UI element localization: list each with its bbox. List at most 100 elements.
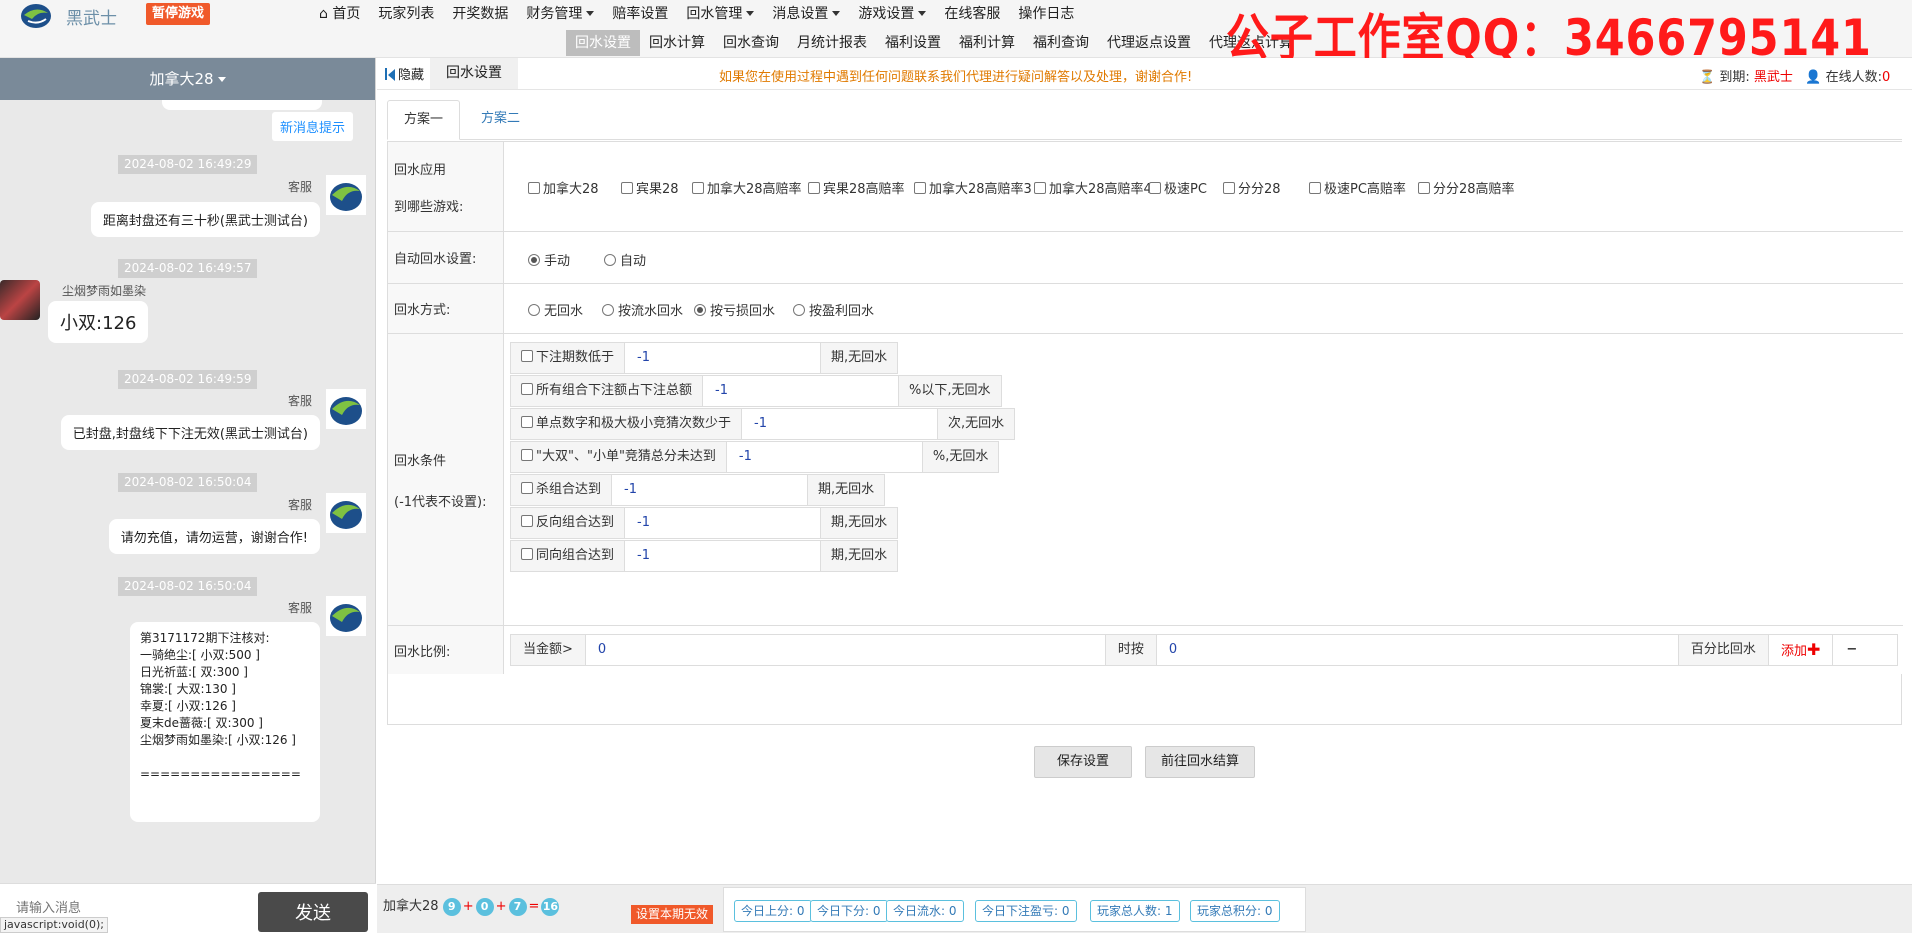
- message-bubble: 第3171172期下注核对: 一骑绝尘:[ 小双:500 ] 日光祈蓝:[ 双:30…: [130, 622, 320, 822]
- condition-checkbox[interactable]: 单点数字和极大极小竞猜次数少于: [511, 409, 743, 439]
- sub-header: 隐藏 回水设置 如果您在使用过程中遇到任何问题联系我们代理进行疑问解答以及处理，…: [377, 58, 1912, 90]
- avatar: [0, 280, 40, 320]
- method-label: 回水方式:: [388, 284, 504, 333]
- subnav-item-7[interactable]: 代理返点设置: [1098, 30, 1200, 56]
- nav-item-7[interactable]: 游戏设置: [849, 4, 935, 24]
- subnav-item-0[interactable]: 回水设置: [566, 30, 640, 56]
- game-checkbox-2[interactable]: 加拿大28高赔率: [692, 178, 802, 197]
- condition-label: 下注期数低于: [536, 350, 615, 365]
- add-ratio-button[interactable]: 添加✚: [1768, 635, 1834, 665]
- message-bubble: 已封盘,封盘线下下注无效(黑武士测试台): [60, 415, 320, 450]
- nav-item-8[interactable]: 在线客服: [935, 4, 1009, 24]
- tab-scheme-1[interactable]: 方案一: [387, 100, 461, 140]
- game-checkbox-3[interactable]: 宾果28高赔率: [808, 178, 905, 197]
- radio-icon: [694, 304, 706, 316]
- nav-item-0[interactable]: ⌂ 首页: [310, 4, 369, 24]
- radio-label: 手动: [544, 254, 571, 269]
- condition-input[interactable]: -1: [727, 442, 923, 472]
- chat-messages[interactable]: 新消息提示 2024-08-02 16:49:29 客服 距离封盘还有三十秒(黑武士…: [0, 100, 376, 884]
- game-checkbox-5[interactable]: 加拿大28高赔率4: [1034, 178, 1152, 197]
- nav-item-1[interactable]: 玩家列表: [369, 4, 443, 24]
- expire-label: 到期:: [1719, 70, 1750, 85]
- nav-item-label: 消息设置: [772, 6, 829, 22]
- draw-sum-ball: 16: [541, 898, 560, 916]
- condition-label: 反向组合达到: [536, 515, 615, 530]
- condition-0: 下注期数低于 -1 期,无回水: [510, 342, 899, 374]
- subnav-item-4[interactable]: 福利设置: [876, 30, 950, 56]
- subnav-item-3[interactable]: 月统计报表: [788, 30, 876, 56]
- nav-item-label: 财务管理: [526, 6, 583, 22]
- chat-room-selector[interactable]: 加拿大28: [0, 58, 375, 100]
- nav-item-3[interactable]: 财务管理: [517, 4, 603, 24]
- nav-item-4[interactable]: 赔率设置: [603, 4, 677, 24]
- percent-input[interactable]: 0: [1157, 635, 1679, 665]
- daily-stats: 今日上分: 0 今日下分: 0 今日流水: 0 今日下注盈亏: 0 玩家总人数: 1 玩家…: [723, 887, 1306, 932]
- breadcrumb[interactable]: 回水设置: [430, 58, 518, 89]
- remove-ratio-button[interactable]: −: [1833, 635, 1871, 665]
- condition-checkbox[interactable]: 杀组合达到: [511, 475, 613, 505]
- game-checkbox-9[interactable]: 分分28高赔率: [1418, 178, 1515, 197]
- auto-radio-0[interactable]: 手动: [528, 250, 570, 269]
- condition-input[interactable]: -1: [742, 409, 939, 439]
- game-checkbox-1[interactable]: 宾果28: [621, 178, 679, 197]
- condition-input[interactable]: -1: [703, 376, 900, 406]
- condition-input[interactable]: -1: [612, 475, 809, 505]
- brand-name: 黑武士: [66, 9, 117, 29]
- radio-label: 按盈利回水: [809, 304, 875, 319]
- tab-scheme-2[interactable]: 方案二: [465, 100, 536, 140]
- hide-sidebar-button[interactable]: 隐藏: [385, 64, 424, 83]
- nav-item-6[interactable]: 消息设置: [763, 4, 849, 24]
- game-label: 宾果28高赔率: [823, 182, 905, 197]
- radio-icon: [602, 304, 614, 316]
- game-checkbox-6[interactable]: 极速PC: [1149, 178, 1207, 197]
- condition-label: 单点数字和极大极小竞猜次数少于: [536, 416, 732, 431]
- go-settle-button[interactable]: 前往回水结算: [1145, 746, 1255, 778]
- condition-1: 所有组合下注额占下注总额 -1 %以下,无回水: [510, 375, 1002, 407]
- auto-radio-1[interactable]: 自动: [604, 250, 646, 269]
- stat-badge-5: 玩家总积分: 0: [1190, 900, 1280, 922]
- condition-input[interactable]: -1: [625, 508, 822, 538]
- method-radio-0[interactable]: 无回水: [528, 300, 583, 319]
- method-radio-2[interactable]: 按亏损回水: [694, 300, 775, 319]
- condition-checkbox[interactable]: 下注期数低于: [511, 343, 626, 373]
- nav-item-9[interactable]: 操作日志: [1009, 4, 1083, 24]
- condition-input[interactable]: -1: [625, 343, 822, 373]
- new-message-tip-button[interactable]: 新消息提示: [272, 112, 354, 141]
- condition-4: 杀组合达到 -1 期,无回水: [510, 474, 886, 506]
- message-line: 一骑绝尘:[ 小双:500 ]: [140, 648, 260, 662]
- condition-checkbox[interactable]: 反向组合达到: [511, 508, 626, 538]
- subnav-item-2[interactable]: 回水查询: [714, 30, 788, 56]
- condition-checkbox[interactable]: 所有组合下注额占下注总额: [511, 376, 704, 406]
- message-sender: 客服: [287, 601, 312, 615]
- pause-game-button[interactable]: 暂停游戏: [146, 3, 211, 25]
- condition-checkbox[interactable]: "大双"、"小单"竞猜总分未达到: [511, 442, 727, 472]
- condition-checkbox[interactable]: 同向组合达到: [511, 541, 626, 571]
- send-button[interactable]: 发送: [258, 892, 368, 932]
- amount-input[interactable]: 0: [586, 635, 1106, 665]
- message-bubble: 请勿充值，请勿运营，谢谢合作!: [108, 519, 320, 554]
- set-period-invalid-button[interactable]: 设置本期无效: [631, 905, 714, 924]
- method-radio-1[interactable]: 按流水回水: [602, 300, 683, 319]
- game-checkbox-7[interactable]: 分分28: [1223, 178, 1281, 197]
- ratio-inputs: 当金额> 0 时按 0 百分比回水 添加✚ −: [510, 634, 1898, 666]
- auto-rebate-label: 自动回水设置:: [388, 232, 504, 283]
- game-checkbox-0[interactable]: 加拿大28: [528, 178, 599, 197]
- nav-item-2[interactable]: 开奖数据: [443, 4, 517, 24]
- message-sender: 尘烟梦雨如墨染: [62, 284, 147, 298]
- nav-item-5[interactable]: 回水管理: [677, 4, 763, 24]
- condition-input[interactable]: -1: [625, 541, 822, 571]
- account-status: ⏳ 到期: 黑武士 👤 在线人数:0: [1699, 66, 1890, 85]
- then-label: 时按: [1105, 635, 1157, 665]
- draw-ball: 9: [442, 898, 461, 916]
- checkbox-icon: [1309, 182, 1321, 194]
- nav-item-label: 回水管理: [686, 6, 743, 22]
- game-checkbox-4[interactable]: 加拿大28高赔率3: [914, 178, 1032, 197]
- subnav-item-1[interactable]: 回水计算: [640, 30, 714, 56]
- subnav-item-5[interactable]: 福利计算: [950, 30, 1024, 56]
- stat-badge-1: 今日下分: 0: [810, 900, 888, 922]
- save-settings-button[interactable]: 保存设置: [1034, 746, 1132, 778]
- method-radio-3[interactable]: 按盈利回水: [793, 300, 874, 319]
- condition-unit: %,无回水: [922, 442, 999, 472]
- game-checkbox-8[interactable]: 极速PC高赔率: [1309, 178, 1406, 197]
- subnav-item-6[interactable]: 福利查询: [1024, 30, 1098, 56]
